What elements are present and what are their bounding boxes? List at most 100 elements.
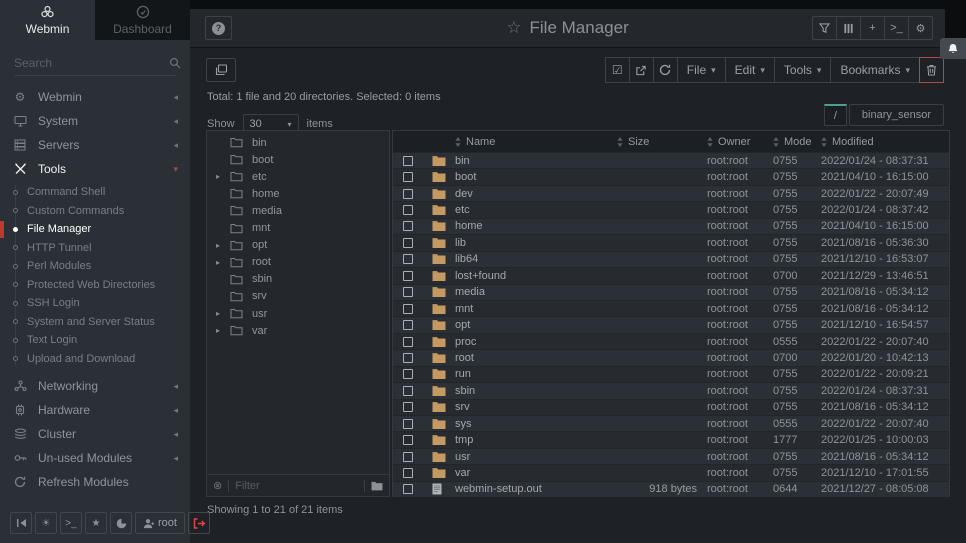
file-name[interactable]: sbin bbox=[455, 385, 617, 397]
file-name[interactable]: run bbox=[455, 368, 617, 380]
column-header-owner[interactable]: Owner bbox=[707, 136, 773, 148]
file-name[interactable]: lib bbox=[455, 237, 617, 249]
table-row[interactable]: usr root:root 0755 2021/08/16 - 05:34:12 bbox=[393, 448, 949, 464]
tree-item[interactable]: ▸ root bbox=[207, 254, 389, 271]
shell-button[interactable]: >_ bbox=[884, 16, 909, 40]
table-row[interactable]: var root:root 0755 2021/12/10 - 17:01:55 bbox=[393, 464, 949, 480]
panels-button[interactable] bbox=[836, 16, 861, 40]
file-name[interactable]: webmin-setup.out bbox=[455, 483, 617, 495]
user-button[interactable]: root bbox=[135, 512, 185, 534]
sidebar-item-refresh-modules[interactable]: Refresh Modules bbox=[0, 470, 190, 494]
edit-menu-button[interactable]: Edit▾ bbox=[725, 57, 775, 83]
search-input[interactable] bbox=[14, 56, 169, 70]
terminal-button[interactable]: >_ bbox=[60, 512, 82, 534]
table-row[interactable]: lost+found root:root 0700 2021/12/29 - 1… bbox=[393, 267, 949, 283]
row-checkbox[interactable] bbox=[403, 484, 413, 494]
tree-item[interactable]: ▸ media bbox=[207, 202, 389, 219]
clone-view-button[interactable] bbox=[206, 58, 236, 82]
file-name[interactable]: opt bbox=[455, 319, 617, 331]
tree-item[interactable]: ▸ usr bbox=[207, 305, 389, 322]
favorites-button[interactable]: ★ bbox=[85, 512, 107, 534]
column-header-modified[interactable]: Modified bbox=[821, 136, 949, 148]
tree-item[interactable]: ▸ boot bbox=[207, 151, 389, 168]
sidebar-item-system[interactable]: System ◂ bbox=[0, 109, 190, 133]
row-checkbox[interactable] bbox=[403, 452, 413, 462]
file-name[interactable]: etc bbox=[455, 204, 617, 216]
file-name[interactable]: boot bbox=[455, 171, 617, 183]
table-row[interactable]: dev root:root 0755 2022/01/22 - 20:07:49 bbox=[393, 185, 949, 201]
tree-item[interactable]: ▸ mnt bbox=[207, 220, 389, 237]
row-checkbox[interactable] bbox=[403, 156, 413, 166]
file-menu-button[interactable]: File▾ bbox=[677, 57, 726, 83]
column-header-size[interactable]: Size bbox=[617, 136, 707, 148]
tree-item[interactable]: ▸ home bbox=[207, 185, 389, 202]
theme-toggle-button[interactable]: ☀ bbox=[35, 512, 57, 534]
file-name[interactable]: bin bbox=[455, 155, 617, 167]
tree-item[interactable]: ▸ etc bbox=[207, 168, 389, 185]
sidebar-item-tools[interactable]: Tools ▾ bbox=[0, 157, 190, 181]
row-checkbox[interactable] bbox=[403, 386, 413, 396]
refresh-button[interactable] bbox=[653, 57, 678, 83]
row-checkbox[interactable] bbox=[403, 435, 413, 445]
help-button[interactable]: ? bbox=[205, 16, 232, 40]
column-header-mode[interactable]: Mode bbox=[773, 136, 821, 148]
favorite-star-icon[interactable]: ☆ bbox=[506, 18, 521, 38]
table-row[interactable]: srv root:root 0755 2021/08/16 - 05:34:12 bbox=[393, 399, 949, 415]
table-row[interactable]: root root:root 0700 2022/01/20 - 10:42:1… bbox=[393, 349, 949, 365]
tab-dashboard[interactable]: Dashboard bbox=[95, 0, 190, 40]
submenu-item[interactable]: System and Server Status bbox=[0, 313, 190, 332]
bookmarks-menu-button[interactable]: Bookmarks▾ bbox=[830, 57, 920, 83]
submenu-item[interactable]: HTTP Tunnel bbox=[0, 239, 190, 258]
table-row[interactable]: tmp root:root 1777 2022/01/25 - 10:00:03 bbox=[393, 431, 949, 447]
sidebar-item-hardware[interactable]: Hardware ◂ bbox=[0, 398, 190, 422]
sidebar-item-webmin[interactable]: ⚙ Webmin ◂ bbox=[0, 85, 190, 109]
submenu-item[interactable]: Protected Web Directories bbox=[0, 276, 190, 295]
settings-button[interactable]: ⚙ bbox=[908, 16, 933, 40]
tree-item[interactable]: ▸ bin bbox=[207, 134, 389, 151]
file-name[interactable]: mnt bbox=[455, 303, 617, 315]
clear-filter-icon[interactable]: ⊗ bbox=[213, 479, 222, 492]
file-name[interactable]: lost+found bbox=[455, 270, 617, 282]
column-header-name[interactable]: Name bbox=[455, 136, 617, 148]
tree-filter-input[interactable] bbox=[235, 480, 358, 492]
row-checkbox[interactable] bbox=[403, 254, 413, 264]
file-name[interactable]: var bbox=[455, 467, 617, 479]
row-checkbox[interactable] bbox=[403, 320, 413, 330]
table-row[interactable]: media root:root 0755 2021/08/16 - 05:34:… bbox=[393, 284, 949, 300]
table-row[interactable]: home root:root 0755 2021/04/10 - 16:15:0… bbox=[393, 218, 949, 234]
tree-expand-icon[interactable]: ▸ bbox=[216, 309, 226, 318]
row-checkbox[interactable] bbox=[403, 172, 413, 182]
file-name[interactable]: sys bbox=[455, 418, 617, 430]
notifications-tab[interactable] bbox=[940, 38, 966, 59]
select-all-button[interactable]: ☑ bbox=[605, 57, 630, 83]
sidebar-item-cluster[interactable]: Cluster ◂ bbox=[0, 422, 190, 446]
row-checkbox[interactable] bbox=[403, 402, 413, 412]
submenu-item[interactable]: Perl Modules bbox=[0, 257, 190, 276]
table-row[interactable]: run root:root 0755 2022/01/22 - 20:09:21 bbox=[393, 366, 949, 382]
breadcrumb-segment[interactable]: binary_sensor bbox=[849, 104, 944, 126]
submenu-item[interactable]: SSH Login bbox=[0, 294, 190, 313]
tree-expand-icon[interactable]: ▸ bbox=[216, 172, 226, 181]
file-name[interactable]: proc bbox=[455, 336, 617, 348]
submenu-item[interactable]: Command Shell bbox=[0, 183, 190, 202]
language-button[interactable] bbox=[110, 512, 132, 534]
submenu-item[interactable]: Upload and Download bbox=[0, 350, 190, 369]
submenu-item[interactable]: Text Login bbox=[0, 331, 190, 350]
row-checkbox[interactable] bbox=[403, 221, 413, 231]
file-name[interactable]: srv bbox=[455, 401, 617, 413]
tree-item[interactable]: ▸ srv bbox=[207, 288, 389, 305]
row-checkbox[interactable] bbox=[403, 287, 413, 297]
folder-filter-icon[interactable] bbox=[371, 481, 383, 491]
tree-item[interactable]: ▸ var bbox=[207, 322, 389, 339]
table-row[interactable]: webmin-setup.out 918 bytes root:root 064… bbox=[393, 481, 949, 497]
row-checkbox[interactable] bbox=[403, 238, 413, 248]
row-checkbox[interactable] bbox=[403, 468, 413, 478]
breadcrumb-root[interactable]: / bbox=[824, 104, 847, 126]
tools-menu-button[interactable]: Tools▾ bbox=[774, 57, 832, 83]
table-row[interactable]: sys root:root 0555 2022/01/22 - 20:07:40 bbox=[393, 415, 949, 431]
tree-expand-icon[interactable]: ▸ bbox=[216, 241, 226, 250]
table-row[interactable]: proc root:root 0555 2022/01/22 - 20:07:4… bbox=[393, 333, 949, 349]
file-name[interactable]: media bbox=[455, 286, 617, 298]
file-name[interactable]: root bbox=[455, 352, 617, 364]
table-row[interactable]: bin root:root 0755 2022/01/24 - 08:37:31 bbox=[393, 152, 949, 168]
